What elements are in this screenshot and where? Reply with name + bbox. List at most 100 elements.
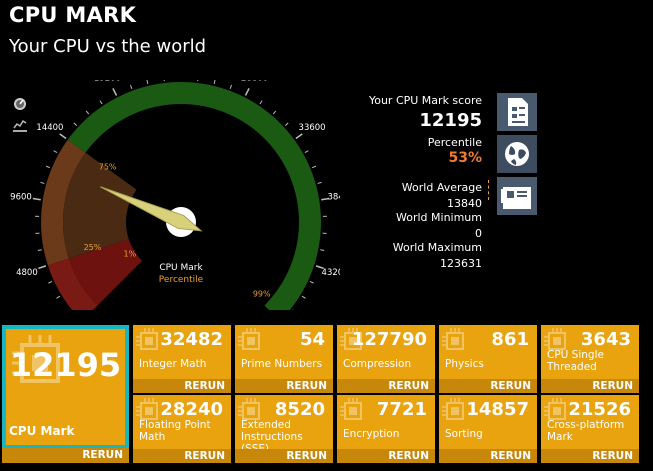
cpu-chip-icon	[238, 328, 260, 350]
gauge-tick	[244, 88, 250, 96]
rerun-button[interactable]: RERUN	[235, 449, 333, 463]
gauge-tick	[112, 88, 118, 96]
test-score: 21526	[568, 399, 631, 420]
gauge-center-sublabel: Percentile	[159, 275, 204, 285]
hardware-button[interactable]	[497, 177, 537, 215]
gauge-tick	[311, 165, 317, 169]
test-score: 3643	[580, 329, 631, 350]
app-subtitle: Your CPU vs the world	[9, 36, 207, 57]
test-name: Sorting	[445, 428, 483, 440]
gauge-tick	[48, 280, 53, 284]
test-tile[interactable]: 3643 CPU Single Threaded RERUN	[541, 325, 639, 393]
gauge-tick	[229, 84, 233, 89]
gauge-tick-label: 4800	[16, 268, 38, 278]
document-button[interactable]	[497, 93, 537, 131]
gauge-tick	[146, 79, 149, 85]
test-name: Compression	[343, 358, 412, 370]
test-score: 14857	[466, 399, 529, 420]
test-tile[interactable]: 8520Extended Instructions (SSE)RERUN	[235, 395, 333, 463]
test-score: 32482	[160, 329, 223, 350]
gauge-tick-label: 9600	[10, 193, 32, 203]
gauge-tick	[85, 110, 90, 115]
test-name: CPU Single Threaded	[547, 349, 604, 373]
world-maximum-label: World Maximum	[392, 241, 482, 254]
world-average-value: 13840	[447, 197, 482, 210]
gauge-tick-label: 43200	[322, 268, 340, 278]
world-minimum-label: World Minimum	[396, 211, 482, 224]
test-tile[interactable]: 7721 Encryption RERUN	[337, 395, 435, 463]
cpu-mark-value: 12195	[9, 346, 122, 384]
test-tile[interactable]: 21526 Cross-platform Mark RERUN	[541, 395, 639, 463]
test-tile[interactable]: 54 Prime Numbers RERUN	[235, 325, 333, 393]
rerun-button[interactable]: RERUN	[235, 379, 333, 393]
rerun-button[interactable]: RERUN	[337, 379, 435, 393]
gauge-tick	[309, 280, 314, 284]
gauge-tick	[284, 122, 289, 126]
hardware-card-icon	[501, 187, 531, 209]
test-name: Cross-platform Mark	[547, 419, 625, 443]
test-tile[interactable]: 127790 Compression RERUN	[337, 325, 435, 393]
gauge-tick	[59, 133, 67, 140]
gauge-center-label: CPU Mark	[159, 263, 203, 273]
percentile-marker-label: 99%	[253, 290, 271, 299]
cpu-chip-icon	[442, 398, 464, 420]
gauge-tick	[301, 295, 306, 299]
percentile-value: 53%	[448, 150, 482, 166]
rerun-button[interactable]: RERUN	[541, 379, 639, 393]
app-title: CPU MARK	[9, 3, 137, 27]
test-name: Encryption	[343, 428, 400, 440]
world-average-label: World Average	[401, 181, 482, 194]
rerun-button[interactable]: RERUN	[337, 449, 435, 463]
gauge-tick-label: 28800	[241, 80, 268, 84]
gauge-tick	[37, 249, 42, 251]
gauge-tick	[45, 165, 51, 169]
rerun-button[interactable]: RERUN	[133, 449, 231, 463]
gauge-tick-label: 19200	[94, 80, 121, 84]
test-tile[interactable]: 14857 Sorting RERUN	[439, 395, 537, 463]
test-score: 8520	[274, 399, 325, 420]
world-minimum-value: 0	[475, 227, 482, 240]
gauge-tick	[73, 122, 78, 126]
rerun-button[interactable]: RERUN	[439, 449, 537, 463]
world-maximum-value: 123631	[440, 257, 482, 270]
cpu-chip-icon	[442, 328, 464, 350]
percentile-marker-label: 75%	[99, 162, 117, 171]
gauge-tick	[320, 249, 325, 251]
test-tile[interactable]: 32482 Integer Math RERUN	[133, 325, 231, 393]
gauge-tick	[40, 181, 45, 184]
world-button[interactable]	[497, 135, 537, 173]
test-tile[interactable]: 861 Physics RERUN	[439, 325, 537, 393]
cpu-mark-label: CPU Mark	[9, 424, 75, 438]
gauge-tick	[38, 265, 47, 270]
test-score: 28240	[160, 399, 223, 420]
cpu-mark-tile[interactable]: 12195 CPU Mark RERUN	[2, 325, 129, 463]
test-score: 127790	[351, 329, 427, 350]
score-label: Your CPU Mark score	[368, 94, 482, 107]
gauge-tick	[53, 150, 58, 154]
rerun-button[interactable]: RERUN	[133, 379, 231, 393]
gauge-tick	[259, 100, 263, 105]
percentile-marker-label: 25%	[84, 243, 102, 252]
gauge-tick	[213, 79, 216, 85]
test-score: 861	[491, 329, 529, 350]
test-name: Floating Point Math	[139, 419, 211, 443]
gauge-tick-label: 33600	[299, 123, 326, 133]
percentile-label: Percentile	[427, 136, 482, 149]
globe-icon	[505, 142, 529, 166]
test-score: 54	[299, 329, 325, 350]
gauge-tick	[32, 197, 41, 201]
gauge-tick	[317, 181, 322, 184]
rerun-button[interactable]: RERUN	[2, 448, 129, 463]
test-name: Physics	[445, 358, 484, 370]
gauge-tick-label: 14400	[36, 123, 63, 133]
cpu-mark-gauge: 0480096001440019200240002880033600384004…	[0, 56, 354, 343]
gauge-tick	[129, 84, 133, 89]
cpu-chip-icon	[136, 328, 158, 350]
average-marker	[488, 180, 489, 200]
test-tile[interactable]: 28240 Floating Point Math RERUN	[133, 395, 231, 463]
rerun-button[interactable]: RERUN	[541, 449, 639, 463]
rerun-button[interactable]: RERUN	[439, 379, 537, 393]
test-name: Integer Math	[139, 358, 207, 370]
gauge-tick	[56, 295, 61, 299]
cpu-mark-tile-body: 12195 CPU Mark	[6, 329, 125, 445]
